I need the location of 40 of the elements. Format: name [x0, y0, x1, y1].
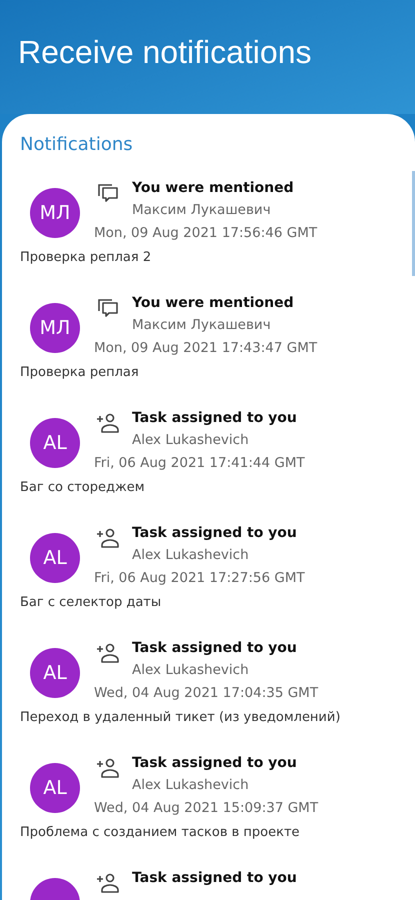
- chat-icon: [96, 296, 120, 320]
- avatar-initials: AL: [43, 777, 67, 799]
- add-person-icon: [96, 411, 120, 435]
- notification-date: Wed, 04 Aug 2021 15:09:37 GMT: [94, 799, 318, 818]
- avatar-initials: МЛ: [40, 202, 70, 224]
- notification-message: Проверка реплая 2: [20, 250, 152, 265]
- notification-title: Task assigned to you: [132, 869, 297, 888]
- notification-date: Fri, 06 Aug 2021 17:41:44 GMT: [94, 454, 305, 473]
- notification-title: Task assigned to you: [132, 524, 298, 543]
- notification-title: Task assigned to you: [132, 754, 298, 773]
- avatar-initials: МЛ: [40, 317, 70, 339]
- add-person-icon: [96, 756, 120, 780]
- notification-date: Wed, 04 Aug 2021 17:04:35 GMT: [94, 684, 318, 703]
- notification-message: Баг с селектор даты: [20, 595, 162, 610]
- section-title: Notifications: [20, 134, 134, 155]
- add-person-icon: [96, 526, 120, 550]
- author-name: Максим Лукашевич: [132, 201, 272, 220]
- notification-message: Проверка реплая: [20, 365, 140, 380]
- author-name: Alex Lukashevich: [132, 546, 250, 565]
- avatar-initials: AL: [43, 432, 67, 454]
- notification-title: Task assigned to you: [132, 409, 298, 428]
- add-person-icon: [96, 871, 120, 895]
- notification-title: Task assigned to you: [132, 639, 298, 658]
- notification-date: Fri, 06 Aug 2021 17:27:56 GMT: [94, 569, 305, 588]
- chat-icon: [96, 181, 120, 205]
- author-name: Максим Лукашевич: [132, 316, 272, 335]
- avatar-initials: AL: [43, 662, 67, 684]
- author-name: Alex Lukashevich: [132, 431, 250, 450]
- author-name: Alex Lukashevich: [132, 661, 250, 680]
- notification-message: Переход в удаленный тикет (из уведомлений): [20, 710, 342, 725]
- notification-title: You were mentioned: [132, 179, 295, 198]
- add-person-icon: [96, 641, 120, 665]
- notification-date: Mon, 09 Aug 2021 17:56:46 GMT: [94, 224, 318, 243]
- avatar-initials: AL: [43, 547, 67, 569]
- notification-title: You were mentioned: [132, 294, 295, 313]
- author-name: Alex Lukashevich: [132, 776, 250, 795]
- notification-date: Mon, 09 Aug 2021 17:43:47 GMT: [94, 339, 318, 358]
- notification-message: Баг со стореджем: [20, 480, 146, 495]
- notification-message: Проблема с созданием тасков в проекте: [20, 825, 301, 840]
- page-title: Receive notifications: [18, 34, 312, 71]
